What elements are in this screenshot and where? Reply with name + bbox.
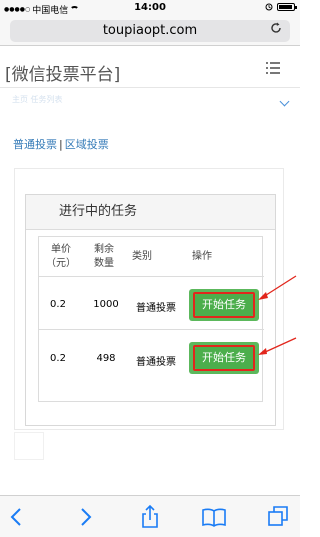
tabs-icon[interactable] — [266, 504, 292, 530]
share-icon[interactable] — [137, 504, 163, 530]
annotation-arrows — [258, 275, 297, 355]
forward-icon[interactable] — [72, 504, 98, 530]
annotation-arrow — [262, 275, 297, 298]
faded-block — [14, 432, 44, 460]
browser-toolbar — [0, 495, 300, 537]
back-icon[interactable] — [4, 504, 30, 530]
annotation-arrowhead — [258, 348, 267, 355]
bookmarks-icon[interactable] — [201, 504, 227, 530]
annotation-arrow — [262, 337, 297, 354]
annotation-arrowhead — [258, 292, 268, 300]
